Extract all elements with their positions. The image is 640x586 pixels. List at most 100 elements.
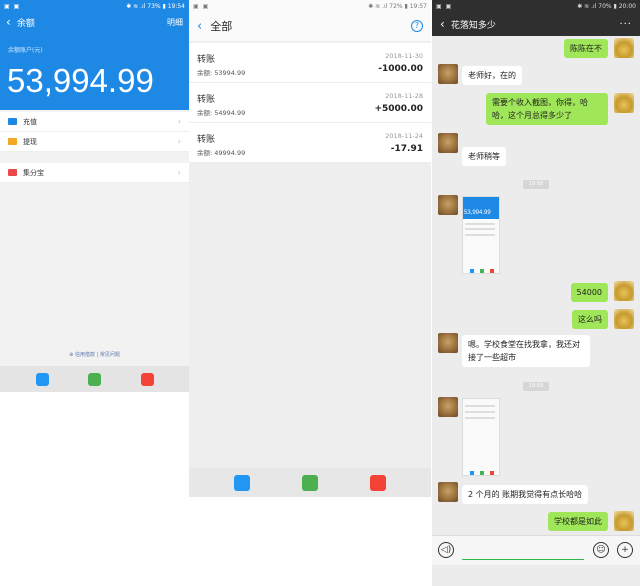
status-bar: ▣ ▣ ✱ ≋ .ıl 72% ▮ 19:57: [189, 0, 431, 12]
balance-amount: 53,994.99: [7, 62, 154, 99]
system-nav-bar: [0, 366, 189, 392]
chat-header: ▣ ▣ ✱ ≋ .ıl 70% ▮ 20:00 ‹ 花落知多少 ···: [432, 0, 640, 36]
transaction-title: 转账: [197, 135, 216, 145]
top-nav: ‹ 余额 明细: [0, 12, 189, 32]
home-icon[interactable]: [88, 373, 101, 386]
thumbnail-dot: [480, 269, 484, 273]
back-arrow-icon[interactable]: ‹: [440, 17, 445, 31]
detail-link[interactable]: 明细: [167, 17, 183, 28]
filter-title[interactable]: 全部: [210, 18, 411, 34]
message-input[interactable]: [462, 546, 584, 560]
status-bar: ▣ ▣ ✱ ≋ .ıl 70% ▮ 20:00: [432, 0, 640, 12]
message-bubble-in: 嗯。学校食堂在找我拿，我还对接了一些超市: [462, 335, 590, 367]
thumbnail-dot: [490, 471, 494, 475]
avatar[interactable]: [438, 195, 458, 215]
transactions-header: ▣ ▣ ✱ ≋ .ıl 72% ▮ 19:57 ‹ 全部 ?: [189, 0, 431, 41]
page-title: 余额: [16, 18, 35, 29]
message-bubble-out: 陈陈在不: [564, 39, 608, 58]
timestamp: 19:59: [523, 382, 549, 391]
points-label: 集分宝: [23, 168, 44, 177]
chat-input-bar: ◁) ☺ +: [432, 535, 640, 565]
status-left-icons: ▣ ▣: [436, 2, 453, 10]
thumbnail-line: [465, 234, 495, 236]
three-screenshot-collage: ▣ ▣ ✱ ≋ .ıl 73% ▮ 19:54 ‹ 余额 明细 余额账户(元) …: [0, 0, 640, 586]
chevron-right-icon: ›: [177, 137, 181, 146]
message-bubble-in: 老师稍等: [462, 147, 506, 166]
back-arrow-icon[interactable]: ‹: [197, 19, 202, 34]
chevron-right-icon: ›: [177, 117, 181, 126]
thumbnail-line: [465, 223, 495, 225]
transaction-row[interactable]: 转账 余额: 49994.99 2018-11-24 -17.91: [189, 123, 431, 163]
message-bubble-out: 这么吗: [572, 310, 608, 329]
status-bar: ▣ ▣ ✱ ≋ .ıl 73% ▮ 19:54: [0, 0, 189, 12]
transaction-row[interactable]: 转账 余额: 53994.99 2018-11-30 -1000.00: [189, 43, 431, 83]
avatar[interactable]: [438, 333, 458, 353]
topup-label: 充值: [23, 117, 37, 126]
transaction-date: 2018-11-28: [385, 92, 423, 100]
recent-apps-icon[interactable]: [36, 373, 49, 386]
thumbnail-dot: [470, 269, 474, 273]
points-row[interactable]: 集分宝 ›: [0, 163, 189, 183]
avatar[interactable]: [438, 133, 458, 153]
home-icon[interactable]: [302, 475, 318, 491]
more-icon[interactable]: ···: [619, 19, 632, 30]
voice-icon[interactable]: ◁): [438, 542, 454, 558]
back-icon[interactable]: [370, 475, 386, 491]
back-arrow-icon[interactable]: ‹: [6, 15, 11, 29]
status-left-icons: ▣ ▣: [4, 2, 21, 10]
withdraw-row[interactable]: 提现 ›: [0, 132, 189, 152]
message-bubble-out: 需要个收入截图，你得，哈哈，这个月总得多少了: [486, 93, 608, 125]
emoji-icon[interactable]: ☺: [593, 542, 609, 558]
transaction-amount: -1000.00: [378, 64, 423, 74]
avatar[interactable]: [438, 397, 458, 417]
footer-links[interactable]: ⊕ 信用借款 | 常见问题: [0, 351, 189, 358]
top-nav: ‹ 全部 ?: [189, 16, 431, 36]
avatar[interactable]: [614, 38, 634, 58]
transactions-screen: ▣ ▣ ✱ ≋ .ıl 72% ▮ 19:57 ‹ 全部 ? 转账 余额: 53…: [189, 0, 431, 497]
transaction-balance: 余额: 54994.99: [197, 109, 246, 117]
thumbnail-line: [465, 417, 495, 419]
thumbnail-dot: [470, 471, 474, 475]
transaction-row[interactable]: 转账 余额: 54994.99 2018-11-28 +5000.00: [189, 83, 431, 123]
topup-row[interactable]: 充值 ›: [0, 112, 189, 132]
thumbnail-dot: [490, 269, 494, 273]
status-left-icons: ▣ ▣: [193, 2, 210, 10]
avatar[interactable]: [438, 482, 458, 502]
transaction-date: 2018-11-24: [385, 132, 423, 140]
transaction-balance: 余额: 53994.99: [197, 69, 246, 77]
avatar[interactable]: [614, 309, 634, 329]
plus-icon[interactable]: +: [617, 542, 633, 558]
message-bubble-in: 2 个月的 账期我觉得有点长哈哈: [462, 485, 589, 504]
transaction-date: 2018-11-30: [385, 52, 423, 60]
status-right: ✱ ≋ .ıl 73% ▮ 19:54: [126, 2, 185, 10]
thumbnail-line: [465, 228, 495, 230]
message-bubble-out: 学校都是如此: [548, 512, 608, 531]
recent-apps-icon[interactable]: [234, 475, 250, 491]
thumbnail-balance: 53,994.99: [464, 210, 491, 216]
transaction-amount: -17.91: [390, 144, 423, 154]
top-nav: ‹ 花落知多少 ···: [432, 14, 640, 34]
card-icon: [8, 118, 17, 125]
balance-header: ▣ ▣ ✱ ≋ .ıl 73% ▮ 19:54 ‹ 余额 明细 余额账户(元) …: [0, 0, 189, 110]
transaction-amount: +5000.00: [374, 104, 423, 114]
status-right: ✱ ≋ .ıl 70% ▮ 20:00: [577, 2, 636, 10]
thumbnail-dot: [480, 471, 484, 475]
message-bubble-in: 老师好，在的: [462, 66, 522, 85]
avatar[interactable]: [614, 93, 634, 113]
back-icon[interactable]: [141, 373, 154, 386]
message-bubble-out: 54000: [570, 283, 608, 302]
balance-screen: ▣ ▣ ✱ ≋ .ıl 73% ▮ 19:54 ‹ 余额 明细 余额账户(元) …: [0, 0, 189, 392]
screenshot-thumbnail[interactable]: [462, 398, 500, 476]
avatar[interactable]: [438, 64, 458, 84]
screenshot-thumbnail[interactable]: 53,994.99: [462, 196, 500, 274]
chat-screen: ▣ ▣ ✱ ≋ .ıl 70% ▮ 20:00 ‹ 花落知多少 ··· 陈陈在不…: [432, 0, 640, 586]
avatar[interactable]: [614, 511, 634, 531]
chat-title: 花落知多少: [450, 20, 496, 31]
help-icon[interactable]: ?: [411, 20, 423, 32]
wallet-icon: [8, 138, 17, 145]
avatar[interactable]: [614, 281, 634, 301]
transaction-title: 转账: [197, 55, 216, 65]
withdraw-label: 提现: [23, 137, 37, 146]
points-icon: [8, 169, 17, 176]
balance-label: 余额账户(元): [8, 47, 43, 54]
